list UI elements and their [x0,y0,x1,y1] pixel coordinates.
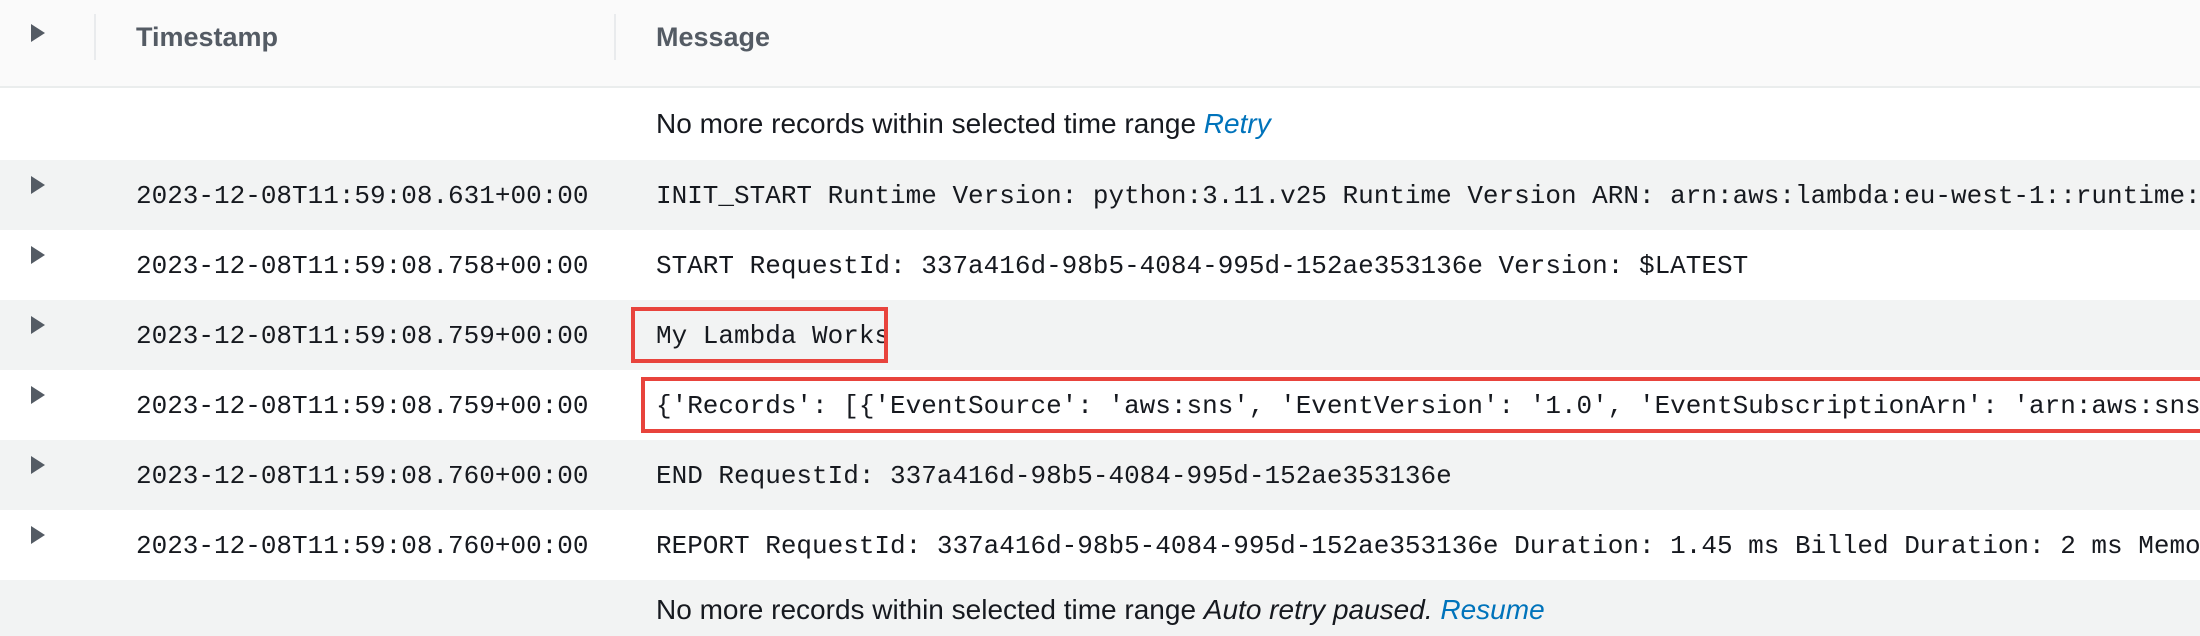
log-row[interactable]: 2023-12-08T11:59:08.758+00:00 START Requ… [0,230,2200,300]
highlight-box [631,307,888,363]
log-timestamp: 2023-12-08T11:59:08.759+00:00 [136,391,589,421]
caret-right-icon[interactable] [31,316,45,334]
caret-right-icon[interactable] [31,526,45,544]
column-divider[interactable] [614,14,616,60]
caret-right-icon[interactable] [31,176,45,194]
log-row[interactable]: 2023-12-08T11:59:08.760+00:00 REPORT Req… [0,510,2200,580]
log-timestamp: 2023-12-08T11:59:08.760+00:00 [136,461,589,491]
log-message: REPORT RequestId: 337a416d-98b5-4084-995… [656,531,2200,561]
retry-link[interactable]: Retry [1204,108,1271,139]
log-row[interactable]: 2023-12-08T11:59:08.631+00:00 INIT_START… [0,160,2200,230]
log-timestamp: 2023-12-08T11:59:08.758+00:00 [136,251,589,281]
log-row[interactable]: 2023-12-08T11:59:08.759+00:00 {'Records'… [0,370,2200,440]
table-header: Timestamp Message [0,0,2200,88]
timestamp-column-header[interactable]: Timestamp [136,22,278,53]
message-column-header[interactable]: Message [656,22,770,53]
log-timestamp: 2023-12-08T11:59:08.760+00:00 [136,531,589,561]
log-events-table: Timestamp Message No more records within… [0,0,2200,636]
log-row[interactable]: 2023-12-08T11:59:08.759+00:00 My Lambda … [0,300,2200,370]
auto-retry-paused-text: Auto retry paused. [1203,594,1433,625]
bottom-status-message: No more records within selected time ran… [656,594,1545,626]
caret-right-icon[interactable] [31,456,45,474]
log-message: END RequestId: 337a416d-98b5-4084-995d-1… [656,461,1452,491]
log-row[interactable]: 2023-12-08T11:59:08.760+00:00 END Reques… [0,440,2200,510]
bottom-status-text: No more records within selected time ran… [656,594,1197,625]
top-status-row: No more records within selected time ran… [0,88,2200,160]
top-status-text: No more records within selected time ran… [656,108,1197,139]
column-divider[interactable] [94,14,96,60]
expand-all-icon[interactable] [31,24,45,42]
log-message: INIT_START Runtime Version: python:3.11.… [656,181,2200,211]
log-message: START RequestId: 337a416d-98b5-4084-995d… [656,251,1749,281]
bottom-status-row: No more records within selected time ran… [0,580,2200,636]
caret-right-icon[interactable] [31,246,45,264]
resume-link[interactable]: Resume [1440,594,1544,625]
log-timestamp: 2023-12-08T11:59:08.631+00:00 [136,181,589,211]
log-timestamp: 2023-12-08T11:59:08.759+00:00 [136,321,589,351]
highlight-box [641,377,2200,433]
top-status-message: No more records within selected time ran… [656,108,1271,140]
caret-right-icon[interactable] [31,386,45,404]
